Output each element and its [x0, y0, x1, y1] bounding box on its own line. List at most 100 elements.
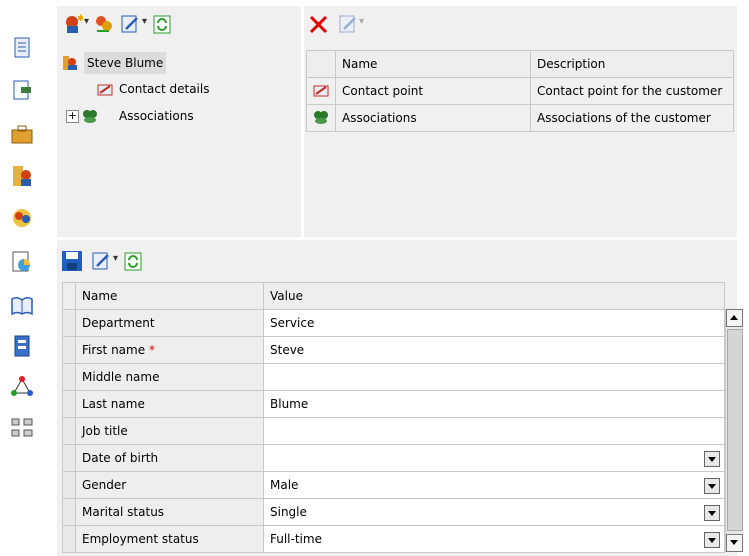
contact-icon [62, 55, 78, 71]
property-name: Middle name [75, 363, 264, 391]
tree-structure-icon[interactable] [10, 416, 34, 440]
briefcase-icon[interactable] [10, 122, 34, 146]
expand-toggle[interactable]: + [66, 110, 79, 123]
associations-icon [306, 104, 336, 132]
chevron-down-icon[interactable]: ▾ [113, 253, 118, 264]
properties-toolbar: ▾ [57, 240, 737, 280]
svg-text:✱: ✱ [77, 14, 83, 24]
save-icon[interactable] [61, 250, 82, 271]
required-marker: * [148, 343, 155, 357]
associations-icon [82, 108, 98, 124]
row-gutter [62, 471, 76, 499]
add-contact-icon[interactable]: ✱ [63, 14, 85, 34]
globe-people-icon[interactable] [10, 206, 34, 230]
sidebar [0, 0, 52, 556]
dropdown-button[interactable] [704, 451, 720, 467]
column-header-name[interactable]: Name [75, 282, 264, 310]
vertical-scrollbar[interactable] [725, 309, 743, 552]
property-name: Employment status [75, 525, 264, 553]
row-gutter [62, 417, 76, 445]
property-name: Gender [75, 471, 264, 499]
row-gutter [62, 525, 76, 553]
property-name: Department [75, 309, 264, 337]
property-value[interactable] [263, 363, 725, 391]
edit-icon[interactable] [338, 14, 358, 34]
refresh-icon[interactable] [152, 14, 172, 34]
relations-table: Name Description Contact point Contact p… [306, 50, 734, 132]
property-value: Male [270, 478, 299, 492]
property-name: Date of birth [75, 444, 264, 472]
network-icon[interactable] [10, 374, 34, 398]
property-name: Job title [75, 417, 264, 445]
row-gutter [62, 282, 76, 310]
icon-column-header [306, 50, 336, 78]
property-value-dropdown[interactable] [263, 444, 725, 472]
row-gutter [62, 363, 76, 391]
properties-table: Name Value Department Service First name… [62, 282, 725, 553]
dropdown-button[interactable] [704, 505, 720, 521]
property-value: Single [270, 505, 307, 519]
row-gutter [62, 309, 76, 337]
table-row[interactable]: Last name Blume [62, 390, 725, 418]
edit-document-icon[interactable] [10, 78, 34, 102]
row-gutter [62, 390, 76, 418]
property-value-dropdown[interactable]: Full-time [263, 525, 725, 553]
row-gutter [62, 336, 76, 364]
row-gutter [62, 498, 76, 526]
dropdown-button[interactable] [704, 532, 720, 548]
dropdown-button[interactable] [704, 478, 720, 494]
delete-icon[interactable] [308, 14, 328, 34]
tree-root-label: Steve Blume [84, 52, 167, 74]
table-row[interactable]: First name * Steve [62, 336, 725, 364]
link-contact-icon[interactable] [93, 14, 113, 34]
property-value[interactable] [263, 417, 725, 445]
scroll-up-button[interactable] [726, 309, 743, 327]
book-icon[interactable] [10, 294, 34, 318]
property-name: Marital status [75, 498, 264, 526]
table-row[interactable]: Middle name [62, 363, 725, 391]
tree-toolbar: ✱ ▾ ▾ [57, 6, 301, 42]
table-header: Name Value [62, 282, 725, 310]
row-gutter [62, 444, 76, 472]
chart-document-icon[interactable] [10, 250, 34, 274]
column-header-name[interactable]: Name [335, 50, 531, 78]
property-name: Last name [75, 390, 264, 418]
table-row[interactable]: Associations Associations of the custome… [306, 104, 734, 132]
chevron-down-icon[interactable]: ▾ [142, 16, 147, 27]
cell-description: Contact point for the customer [530, 77, 734, 105]
property-value[interactable]: Service [263, 309, 725, 337]
table-row[interactable]: Date of birth [62, 444, 725, 472]
table-row[interactable]: Employment status Full-time [62, 525, 725, 553]
contacts-icon[interactable] [10, 164, 34, 188]
table-row[interactable]: Gender Male [62, 471, 725, 499]
scroll-thumb[interactable] [727, 329, 743, 531]
relations-toolbar: ▾ [304, 6, 737, 42]
server-icon[interactable] [10, 334, 34, 358]
cell-name: Associations [335, 104, 531, 132]
table-header: Name Description [306, 50, 734, 78]
table-row[interactable]: Job title [62, 417, 725, 445]
property-name: First name [82, 343, 146, 357]
scroll-down-button[interactable] [726, 534, 743, 552]
refresh-icon[interactable] [123, 251, 143, 271]
property-value[interactable]: Blume [263, 390, 725, 418]
table-row[interactable]: Contact point Contact point for the cust… [306, 77, 734, 105]
tree-item-label: Associations [119, 109, 194, 123]
contact-point-icon [306, 77, 336, 105]
table-row[interactable]: Marital status Single [62, 498, 725, 526]
cell-description: Associations of the customer [530, 104, 734, 132]
contact-details-icon [97, 81, 113, 97]
property-value: Full-time [270, 532, 322, 546]
edit-icon[interactable] [120, 14, 140, 34]
property-value-dropdown[interactable]: Single [263, 498, 725, 526]
table-row[interactable]: Department Service [62, 309, 725, 337]
property-value[interactable]: Steve [263, 336, 725, 364]
column-header-value[interactable]: Value [263, 282, 725, 310]
edit-icon[interactable] [91, 251, 111, 271]
column-header-description[interactable]: Description [530, 50, 734, 78]
cell-name: Contact point [335, 77, 531, 105]
chevron-down-icon[interactable]: ▾ [84, 16, 89, 27]
chevron-down-icon[interactable]: ▾ [359, 16, 364, 27]
property-value-dropdown[interactable]: Male [263, 471, 725, 499]
document-icon[interactable] [10, 36, 34, 60]
